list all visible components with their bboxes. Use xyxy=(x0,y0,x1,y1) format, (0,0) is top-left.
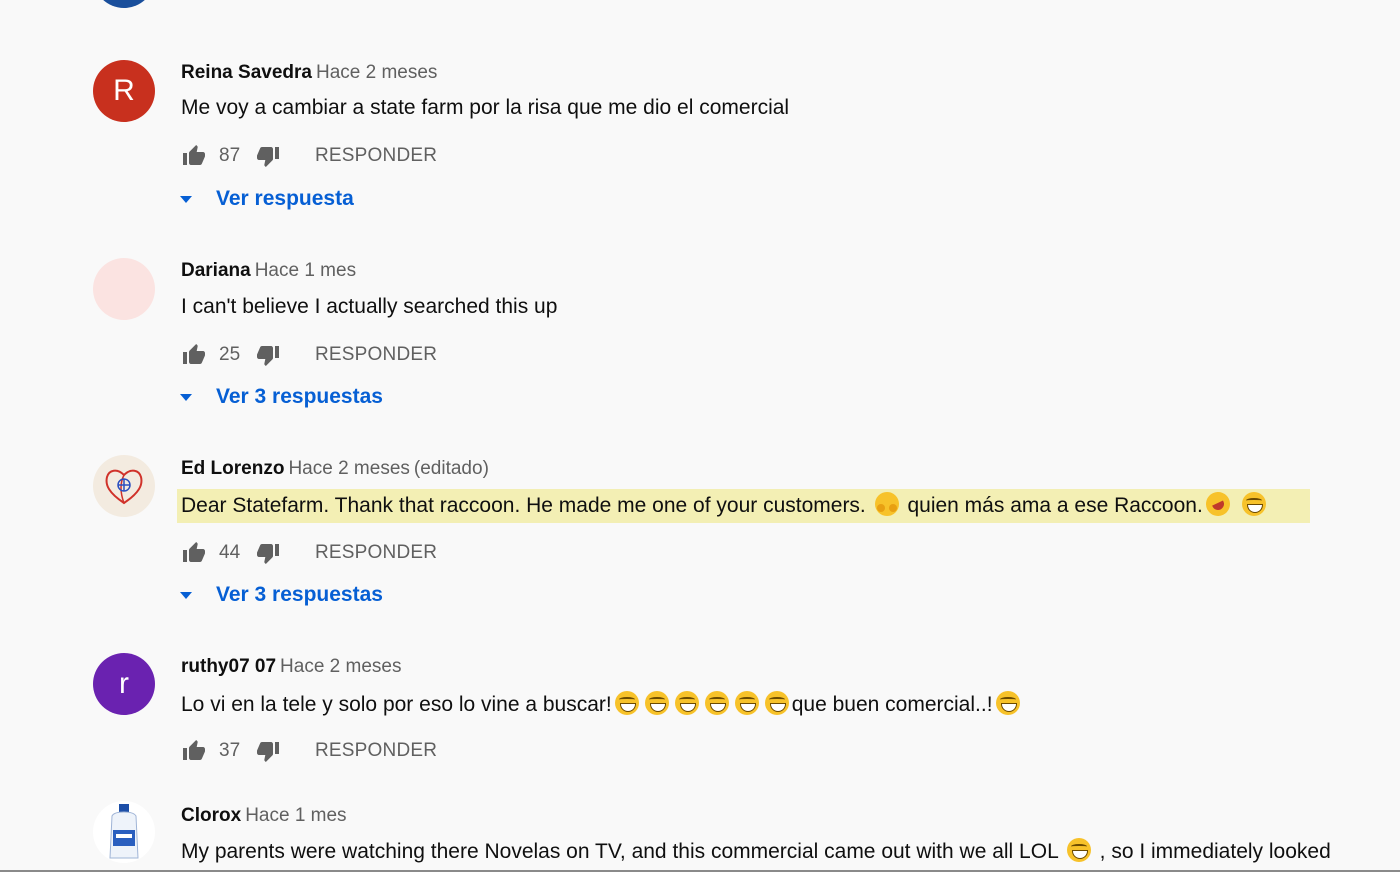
laughing-emoji-icon xyxy=(704,691,729,715)
reply-button[interactable]: RESPONDER xyxy=(315,344,437,366)
reply-button[interactable]: RESPONDER xyxy=(315,542,437,564)
comment-time[interactable]: Hace 1 mes xyxy=(245,805,346,826)
dislike-button[interactable] xyxy=(255,143,281,169)
laughing-emoji-icon xyxy=(995,691,1020,715)
like-button[interactable] xyxy=(181,540,207,566)
laughing-emoji-icon xyxy=(674,691,699,715)
comment-actions: 44 RESPONDER xyxy=(181,538,437,568)
thumb-up-icon xyxy=(183,740,205,760)
comment-actions: 37 RESPONDER xyxy=(181,736,437,766)
view-replies-button[interactable]: Ver 3 respuestas xyxy=(178,583,383,607)
thumb-down-icon xyxy=(257,346,279,366)
comment-text-part: quien más ama a ese Raccoon. xyxy=(907,494,1203,517)
avatar-letter: r xyxy=(119,667,129,700)
view-replies-label: Ver respuesta xyxy=(216,187,354,210)
comment-time[interactable]: Hace 2 meses xyxy=(316,62,437,83)
reply-button[interactable]: RESPONDER xyxy=(315,740,437,762)
laughing-emoji-icon xyxy=(764,691,789,715)
avatar[interactable] xyxy=(93,455,155,517)
laughing-emoji-icon xyxy=(734,691,759,715)
like-count: 87 xyxy=(219,145,241,166)
comment-text: Me voy a cambiar a state farm por la ris… xyxy=(181,96,790,119)
comment-author[interactable]: Dariana xyxy=(181,260,251,281)
thumb-up-icon xyxy=(183,145,205,165)
comment-actions: 87 RESPONDER xyxy=(181,141,437,171)
comment-author[interactable]: Clorox xyxy=(181,805,241,826)
comment-header: Dariana Hace 1 mes xyxy=(181,260,356,282)
comment-header: Reina Savedra Hace 2 meses xyxy=(181,62,437,84)
like-count: 37 xyxy=(219,740,241,761)
laughing-emoji-icon xyxy=(644,691,669,715)
thumb-down-icon xyxy=(257,742,279,762)
caret-down-icon xyxy=(180,393,192,401)
thumb-up-icon xyxy=(183,542,205,562)
like-button[interactable] xyxy=(181,143,207,169)
laughing-emoji-icon xyxy=(614,691,639,715)
avatar[interactable] xyxy=(93,801,155,863)
view-replies-label: Ver 3 respuestas xyxy=(216,583,383,606)
comment-header: Clorox Hace 1 mes xyxy=(181,805,347,827)
laughing-emoji-icon xyxy=(1066,838,1091,862)
avatar[interactable] xyxy=(93,258,155,320)
like-count: 25 xyxy=(219,344,241,365)
like-button[interactable] xyxy=(181,738,207,764)
view-replies-label: Ver 3 respuestas xyxy=(216,385,383,408)
comment-text: I can't believe I actually searched this… xyxy=(181,295,558,318)
comment-time[interactable]: Hace 1 mes xyxy=(255,260,356,281)
comment-author[interactable]: Reina Savedra xyxy=(181,62,312,83)
comment-text-highlighted: Dear Statefarm. Thank that raccoon. He m… xyxy=(177,488,1310,523)
comment-header: Ed Lorenzo Hace 2 meses (editado) xyxy=(181,458,489,480)
comment-text-part: My parents were watching there Novelas o… xyxy=(181,840,1058,863)
comment-text: My parents were watching there Novelas o… xyxy=(181,838,1331,864)
comment-author[interactable]: ruthy07 07 xyxy=(181,656,276,677)
comment-text: Lo vi en la tele y solo por eso lo vine … xyxy=(181,691,1023,717)
thumb-up-icon xyxy=(183,344,205,364)
hugging-face-emoji-icon xyxy=(874,492,899,516)
reply-button[interactable]: RESPONDER xyxy=(315,145,437,167)
comment-text-part: que buen comercial..! xyxy=(791,693,993,716)
like-button[interactable] xyxy=(181,342,207,368)
clorox-bottle-icon xyxy=(109,804,139,859)
comment-actions: 25 RESPONDER xyxy=(181,340,437,370)
thumb-down-icon xyxy=(257,544,279,564)
dislike-button[interactable] xyxy=(255,540,281,566)
laughing-emoji-icon xyxy=(1241,492,1266,516)
comment-time[interactable]: Hace 2 meses xyxy=(288,458,409,479)
caret-down-icon xyxy=(180,195,192,203)
rofl-emoji-icon xyxy=(1201,488,1234,520)
comment-text-part: , so I immediately looked xyxy=(1099,840,1331,863)
comment-text-part: Dear Statefarm. Thank that raccoon. He m… xyxy=(181,494,866,517)
caret-down-icon xyxy=(180,591,192,599)
avatar[interactable]: r xyxy=(93,653,155,715)
dislike-button[interactable] xyxy=(255,342,281,368)
comment-author[interactable]: Ed Lorenzo xyxy=(181,458,284,479)
comment-text-part: Lo vi en la tele y solo por eso lo vine … xyxy=(181,693,612,716)
like-count: 44 xyxy=(219,542,241,563)
comments-page: R Reina Savedra Hace 2 meses Me voy a cam… xyxy=(0,0,1400,872)
thumb-down-icon xyxy=(257,147,279,167)
dislike-button[interactable] xyxy=(255,738,281,764)
view-replies-button[interactable]: Ver 3 respuestas xyxy=(178,385,383,409)
edited-label: (editado) xyxy=(413,458,489,479)
comment-header: ruthy07 07 Hace 2 meses xyxy=(181,656,402,678)
avatar-letter: R xyxy=(113,74,135,107)
comment-time[interactable]: Hace 2 meses xyxy=(280,656,401,677)
avatar[interactable]: R xyxy=(93,60,155,122)
view-replies-button[interactable]: Ver respuesta xyxy=(178,187,354,211)
heart-globe-icon xyxy=(105,469,143,505)
avatar[interactable] xyxy=(93,0,155,8)
